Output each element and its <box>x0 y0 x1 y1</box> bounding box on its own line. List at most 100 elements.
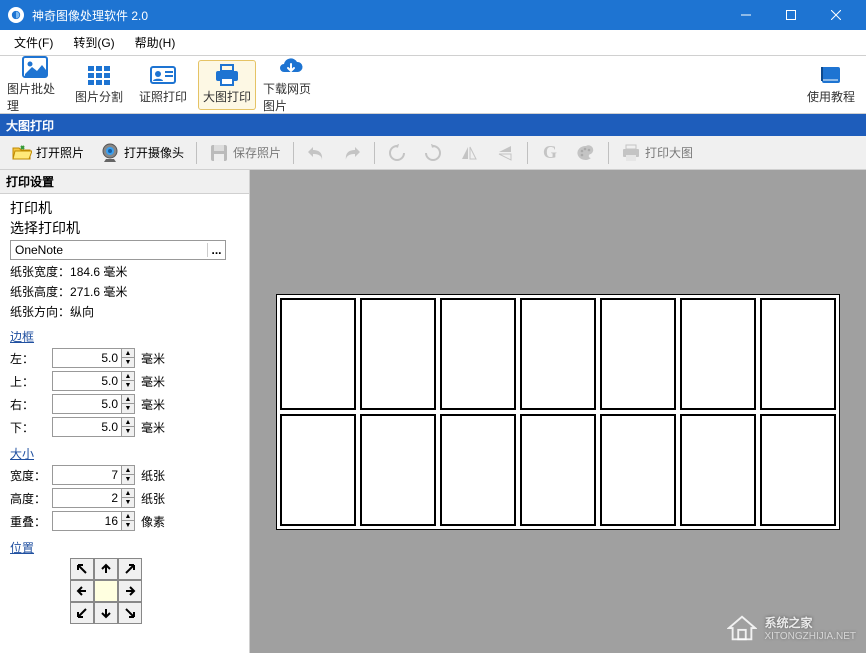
page-tile <box>680 298 756 410</box>
label: 图片分割 <box>75 88 123 105</box>
rotate-left-button[interactable] <box>381 139 413 167</box>
pos-right-button[interactable] <box>118 580 142 602</box>
page-tile <box>520 298 596 410</box>
right-label: 右： <box>10 396 52 413</box>
printer-select-combo[interactable]: OneNote ... <box>10 240 226 260</box>
undo-icon <box>306 143 326 163</box>
batch-process-button[interactable]: 图片批处理 <box>6 60 64 110</box>
top-spinner[interactable]: ▲▼ <box>52 371 135 391</box>
spin-up-icon[interactable]: ▲ <box>122 489 134 498</box>
page-tile <box>760 414 836 526</box>
spin-down-icon[interactable]: ▼ <box>122 381 134 390</box>
unit-label: 纸张 <box>141 467 165 484</box>
flip-v-icon <box>495 143 515 163</box>
flip-horizontal-button[interactable] <box>453 139 485 167</box>
pos-center-button[interactable] <box>94 580 118 602</box>
pos-down-right-button[interactable] <box>118 602 142 624</box>
save-photo-button[interactable]: 保存照片 <box>203 139 287 167</box>
spin-up-icon[interactable]: ▲ <box>122 349 134 358</box>
menu-file[interactable]: 文件(F) <box>4 30 63 55</box>
separator <box>608 142 609 164</box>
page-tile <box>440 298 516 410</box>
paper-width-label: 纸张宽度： <box>10 263 70 280</box>
height-label: 高度： <box>10 490 52 507</box>
top-label: 上： <box>10 373 52 390</box>
position-section-title: 位置 <box>10 539 239 556</box>
house-icon <box>727 613 757 643</box>
spin-up-icon[interactable]: ▲ <box>122 512 134 521</box>
height-input[interactable] <box>52 488 122 508</box>
spin-up-icon[interactable]: ▲ <box>122 395 134 404</box>
rotate-right-button[interactable] <box>417 139 449 167</box>
pos-up-right-button[interactable] <box>118 558 142 580</box>
download-webimage-button[interactable]: 下载网页图片 <box>262 60 320 110</box>
overlap-spinner[interactable]: ▲▼ <box>52 511 135 531</box>
g-icon: G <box>540 143 560 163</box>
top-input[interactable] <box>52 371 122 391</box>
spin-down-icon[interactable]: ▼ <box>122 475 134 484</box>
open-photo-button[interactable]: 打开照片 <box>6 139 90 167</box>
split-image-button[interactable]: 图片分割 <box>70 60 128 110</box>
overlap-label: 重叠： <box>10 513 52 530</box>
separator <box>293 142 294 164</box>
palette-button[interactable] <box>570 139 602 167</box>
height-spinner[interactable]: ▲▼ <box>52 488 135 508</box>
separator <box>527 142 528 164</box>
separator <box>196 142 197 164</box>
pos-down-left-button[interactable] <box>70 602 94 624</box>
pos-left-button[interactable] <box>70 580 94 602</box>
minimize-button[interactable] <box>723 0 768 30</box>
overlap-input[interactable] <box>52 511 122 531</box>
redo-icon <box>342 143 362 163</box>
width-spinner[interactable]: ▲▼ <box>52 465 135 485</box>
spin-down-icon[interactable]: ▼ <box>122 521 134 530</box>
page-grid <box>276 294 840 530</box>
menu-help[interactable]: 帮助(H) <box>125 30 186 55</box>
spin-down-icon[interactable]: ▼ <box>122 427 134 436</box>
spin-up-icon[interactable]: ▲ <box>122 466 134 475</box>
bottom-spinner[interactable]: ▲▼ <box>52 417 135 437</box>
left-label: 左： <box>10 350 52 367</box>
pos-down-button[interactable] <box>94 602 118 624</box>
left-spinner[interactable]: ▲▼ <box>52 348 135 368</box>
spin-down-icon[interactable]: ▼ <box>122 498 134 507</box>
pos-up-button[interactable] <box>94 558 118 580</box>
window-title: 神奇图像处理软件 2.0 <box>32 7 723 24</box>
open-camera-button[interactable]: 打开摄像头 <box>94 139 190 167</box>
menu-goto[interactable]: 转到(G) <box>63 30 124 55</box>
width-input[interactable] <box>52 465 122 485</box>
label: 下载网页图片 <box>263 80 319 114</box>
spin-up-icon[interactable]: ▲ <box>122 418 134 427</box>
id-print-button[interactable]: 证照打印 <box>134 60 192 110</box>
tutorial-button[interactable]: 使用教程 <box>802 60 860 110</box>
right-spinner[interactable]: ▲▼ <box>52 394 135 414</box>
undo-button[interactable] <box>300 139 332 167</box>
print-big-button[interactable]: 打印大图 <box>615 139 699 167</box>
page-tile <box>360 298 436 410</box>
right-input[interactable] <box>52 394 122 414</box>
spin-down-icon[interactable]: ▼ <box>122 358 134 367</box>
label: 大图打印 <box>203 88 251 105</box>
folder-open-icon <box>12 143 32 163</box>
rotate-right-icon <box>423 143 443 163</box>
pos-up-left-button[interactable] <box>70 558 94 580</box>
big-print-button[interactable]: 大图打印 <box>198 60 256 110</box>
label: 打印大图 <box>645 144 693 161</box>
spin-down-icon[interactable]: ▼ <box>122 404 134 413</box>
bottom-input[interactable] <box>52 417 122 437</box>
bottom-label: 下： <box>10 419 52 436</box>
dropdown-icon: ... <box>207 243 225 257</box>
page-tile <box>280 298 356 410</box>
unit-label: 毫米 <box>141 396 165 413</box>
watermark-sub: XITONGZHIJIA.NET <box>765 631 857 642</box>
left-input[interactable] <box>52 348 122 368</box>
maximize-button[interactable] <box>768 0 813 30</box>
unit-label: 毫米 <box>141 350 165 367</box>
paper-height-value: 271.6 毫米 <box>70 283 127 300</box>
spin-up-icon[interactable]: ▲ <box>122 372 134 381</box>
color-adjust-button[interactable]: G <box>534 139 566 167</box>
close-button[interactable] <box>813 0 858 30</box>
rotate-left-icon <box>387 143 407 163</box>
flip-vertical-button[interactable] <box>489 139 521 167</box>
redo-button[interactable] <box>336 139 368 167</box>
